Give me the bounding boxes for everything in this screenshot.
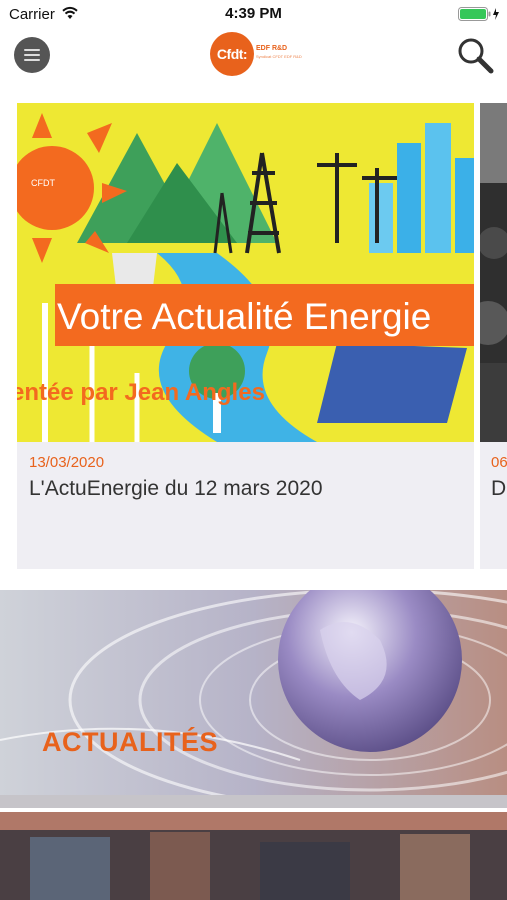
illustration-heading: Votre Actualité Energie xyxy=(57,296,431,337)
actualites-banner[interactable]: ACTUALITÉS xyxy=(0,590,507,808)
globe-background xyxy=(0,590,507,808)
actualites-title: ACTUALITÉS xyxy=(42,727,218,757)
hamburger-icon-line xyxy=(24,59,40,61)
protest-photo xyxy=(480,103,507,442)
logo-mark: Cfdt: xyxy=(210,32,254,76)
news-card[interactable]: 06 D xyxy=(480,103,507,569)
hamburger-icon-line xyxy=(24,49,40,51)
news-card-title: D xyxy=(491,477,507,500)
cfdt-logo[interactable]: Cfdt: EDF R&D Syndicat CFDT EDF R&D xyxy=(210,31,305,77)
app-header: Cfdt: EDF R&D Syndicat CFDT EDF R&D xyxy=(0,28,507,88)
battery-icon xyxy=(458,7,499,21)
search-icon[interactable] xyxy=(455,35,495,75)
logo-tagline: Syndicat CFDT EDF R&D xyxy=(256,54,302,59)
news-card-image xyxy=(480,103,507,442)
logo-subtitle: EDF R&D xyxy=(256,45,288,52)
hamburger-icon-line xyxy=(24,54,40,56)
news-card-image: CFDT Votre Actualité Energie Présentée p… xyxy=(17,103,474,442)
news-carousel[interactable]: CFDT Votre Actualité Energie Présentée p… xyxy=(0,100,507,572)
news-card[interactable]: CFDT Votre Actualité Energie Présentée p… xyxy=(17,103,474,569)
illustration-badge-text: CFDT xyxy=(31,178,55,188)
banner-background xyxy=(0,812,507,900)
status-time: 4:39 PM xyxy=(225,5,282,22)
news-card-date: 06 xyxy=(491,454,507,471)
illustration-caption: Présentée par Jean Angles xyxy=(17,379,265,406)
energy-illustration: CFDT Votre Actualité Energie Présentée p… xyxy=(17,103,474,442)
menu-button[interactable] xyxy=(14,37,50,73)
news-card-date: 13/03/2020 xyxy=(29,454,105,471)
status-bar: Carrier 4:39 PM xyxy=(0,0,507,28)
second-banner[interactable] xyxy=(0,812,507,900)
news-card-title: L'ActuEnergie du 12 mars 2020 xyxy=(29,477,323,500)
